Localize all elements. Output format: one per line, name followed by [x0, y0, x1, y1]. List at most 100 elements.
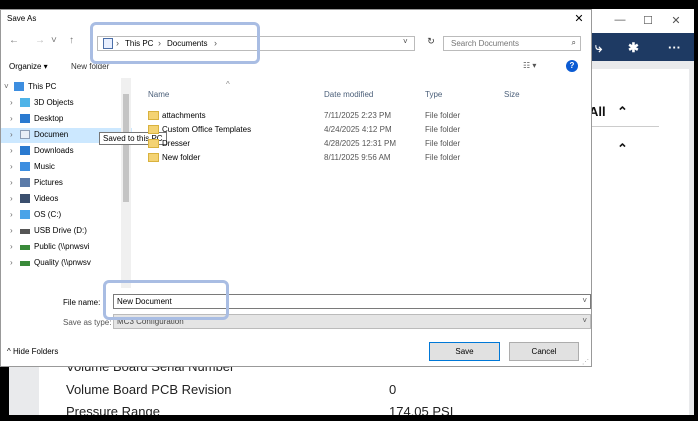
- breadcrumb-separator[interactable]: ›: [214, 38, 217, 48]
- nav-item-desktop[interactable]: › Desktop: [1, 112, 132, 127]
- expand-arrow-icon[interactable]: ›: [10, 98, 13, 107]
- nav-item-public-network[interactable]: › Public (\\pnwsvi: [1, 240, 132, 255]
- expand-arrow-icon[interactable]: ›: [10, 210, 13, 219]
- file-row-dresser[interactable]: Dresser 4/28/2025 12:31 PM File folder: [139, 138, 579, 150]
- organize-button[interactable]: Organize ▾: [9, 62, 48, 71]
- network-drive-icon: [20, 245, 30, 250]
- cancel-button[interactable]: Cancel: [509, 342, 579, 361]
- expand-arrow-icon[interactable]: ›: [10, 194, 13, 203]
- file-date: 7/11/2025 2:23 PM: [324, 111, 392, 120]
- back-button[interactable]: ←: [9, 35, 19, 46]
- change-view-button[interactable]: ☷ ▾: [523, 61, 536, 70]
- minimize-button[interactable]: —: [609, 14, 631, 28]
- recent-locations-button[interactable]: ˅: [51, 35, 57, 46]
- file-type: File folder: [425, 111, 461, 120]
- save-as-type-select[interactable]: MC3 Configuration ˅: [113, 314, 591, 329]
- nav-item-label: Videos: [34, 194, 59, 203]
- save-as-type-value: MC3 Configuration: [117, 317, 184, 326]
- command-bar: Organize ▾ New folder ☷ ▾ ?: [1, 58, 591, 76]
- nav-item-this-pc[interactable]: ˅ This PC: [1, 80, 132, 95]
- file-name: Custom Office Templates: [162, 125, 252, 134]
- expand-arrow-icon[interactable]: ›: [10, 242, 13, 251]
- nav-item-label: 3D Objects: [34, 98, 74, 107]
- save-button[interactable]: Save: [429, 342, 500, 361]
- search-icon[interactable]: ⌕: [572, 38, 576, 48]
- folder-icon: [103, 38, 113, 49]
- search-input[interactable]: [444, 37, 564, 50]
- file-type: File folder: [425, 125, 461, 134]
- nav-item-videos[interactable]: › Videos: [1, 192, 132, 207]
- music-icon: [20, 162, 30, 171]
- row-label-pressure-range: Pressure Range: [66, 404, 160, 415]
- expand-arrow-icon[interactable]: ›: [10, 162, 13, 171]
- nav-pane-scrollbar[interactable]: [121, 78, 131, 288]
- column-header-name[interactable]: Name: [148, 90, 169, 99]
- expand-arrow-icon[interactable]: ›: [10, 114, 13, 123]
- forward-button[interactable]: →: [35, 35, 45, 46]
- maximize-button[interactable]: ☐: [637, 14, 659, 28]
- breadcrumb-separator[interactable]: ›: [158, 38, 161, 48]
- row-label-pcb-revision: Volume Board PCB Revision: [66, 382, 232, 397]
- nav-item-label: Pictures: [34, 178, 63, 187]
- refresh-button[interactable]: ↻: [424, 36, 438, 50]
- desktop-icon: [20, 114, 30, 123]
- nav-item-label: Documen: [34, 130, 69, 139]
- expand-arrow-icon[interactable]: ›: [10, 146, 13, 155]
- pictures-icon: [20, 178, 30, 187]
- column-header-size[interactable]: Size: [504, 90, 520, 99]
- expand-arrow-icon[interactable]: ›: [10, 226, 13, 235]
- nav-item-label: Downloads: [34, 146, 74, 155]
- navigation-bar: ← → ˅ ↑ › This PC › Documents › ˅ ↻ ⌕: [1, 32, 591, 52]
- file-name: Dresser: [162, 139, 191, 148]
- expand-arrow-icon[interactable]: ›: [10, 178, 13, 187]
- close-app-button[interactable]: ✕: [665, 14, 687, 28]
- new-folder-button[interactable]: New folder: [71, 62, 109, 71]
- save-as-dialog: Save As ✕ ← → ˅ ↑ › This PC › Documents …: [0, 9, 592, 367]
- 3d-objects-icon: [20, 98, 30, 107]
- settings-icon[interactable]: ✱: [628, 40, 639, 56]
- expand-arrow-icon[interactable]: ›: [10, 258, 13, 267]
- nav-item-os-drive[interactable]: › OS (C:): [1, 208, 132, 223]
- file-row-custom-office-templates[interactable]: Custom Office Templates 4/24/2025 4:12 P…: [139, 124, 579, 136]
- expand-arrow-icon[interactable]: ›: [10, 130, 13, 139]
- close-dialog-button[interactable]: ✕: [568, 10, 590, 28]
- file-name-input[interactable]: [114, 295, 574, 308]
- dialog-title: Save As: [7, 14, 37, 23]
- nav-item-3d-objects[interactable]: › 3D Objects: [1, 96, 132, 111]
- scrollbar-thumb[interactable]: [123, 94, 129, 202]
- nav-item-label: USB Drive (D:): [34, 226, 87, 235]
- nav-item-pictures[interactable]: › Pictures: [1, 176, 132, 191]
- nav-item-usb-drive[interactable]: › USB Drive (D:): [1, 224, 132, 239]
- chevron-up-icon[interactable]: ⌃: [617, 104, 628, 120]
- column-header-type[interactable]: Type: [425, 90, 442, 99]
- nav-item-downloads[interactable]: › Downloads: [1, 144, 132, 159]
- more-icon[interactable]: ···: [668, 40, 681, 55]
- nav-item-music[interactable]: › Music: [1, 160, 132, 175]
- file-date: 4/24/2025 4:12 PM: [324, 125, 392, 134]
- resize-grip-icon[interactable]: ⋰: [582, 358, 589, 366]
- file-row-attachments[interactable]: attachments 7/11/2025 2:23 PM File folde…: [139, 110, 579, 122]
- column-header-date[interactable]: Date modified: [324, 90, 373, 99]
- address-dropdown-icon[interactable]: ˅: [403, 37, 408, 46]
- usb-drive-icon: [20, 229, 30, 234]
- file-name: New folder: [162, 153, 201, 162]
- chevron-up-icon[interactable]: ⌃: [617, 141, 628, 157]
- hide-folders-button[interactable]: ^ Hide Folders: [7, 347, 58, 356]
- chevron-down-icon[interactable]: ˅: [582, 296, 587, 305]
- file-row-new-folder[interactable]: New folder 8/11/2025 9:56 AM File folder: [139, 152, 579, 164]
- up-button[interactable]: ↑: [69, 35, 74, 46]
- help-icon[interactable]: ?: [566, 60, 578, 72]
- nav-item-quality-network[interactable]: › Quality (\\pnwsv: [1, 256, 132, 271]
- breadcrumb-separator[interactable]: ›: [116, 38, 119, 48]
- search-box[interactable]: ⌕: [443, 36, 581, 51]
- breadcrumb-documents[interactable]: Documents: [167, 39, 207, 48]
- file-name-field[interactable]: ˅: [113, 294, 591, 309]
- chevron-down-icon[interactable]: ˅: [582, 316, 587, 325]
- address-bar[interactable]: › This PC › Documents › ˅: [97, 36, 415, 51]
- file-name: attachments: [162, 111, 206, 120]
- breadcrumb-this-pc[interactable]: This PC: [125, 39, 153, 48]
- divider: [589, 126, 659, 127]
- share-icon[interactable]: ⤷: [595, 40, 602, 56]
- drive-icon: [20, 210, 30, 219]
- expand-arrow-icon[interactable]: ˅: [4, 82, 9, 91]
